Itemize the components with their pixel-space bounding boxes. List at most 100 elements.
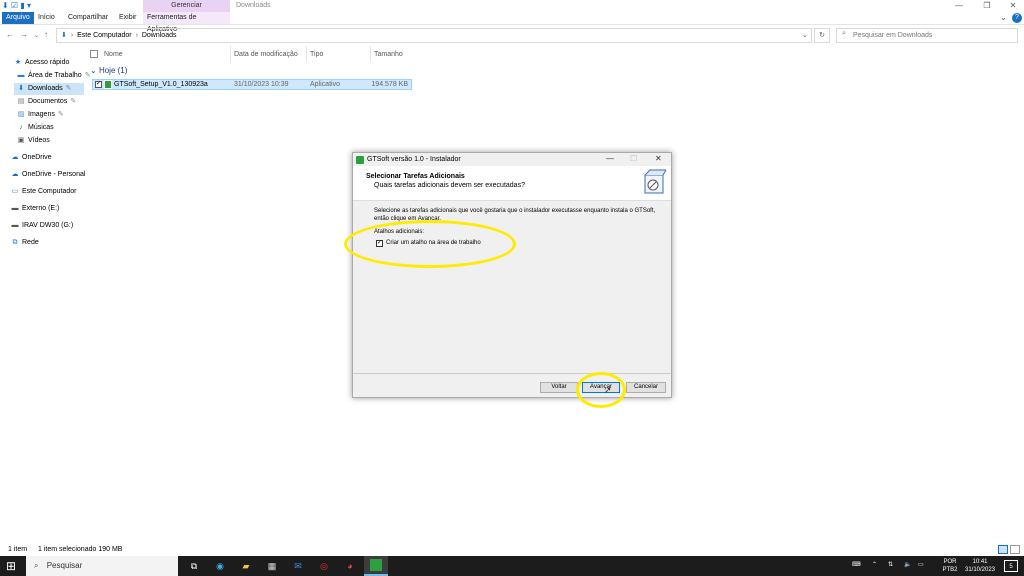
music-icon: ♪ [19, 124, 23, 131]
sidebar-item-onedrive[interactable]: ☁ OneDrive [11, 152, 52, 164]
pin-icon: ✎ [65, 85, 72, 92]
select-all-checkbox[interactable] [90, 50, 98, 58]
taskbar-item-gtsoft[interactable] [364, 556, 388, 576]
column-divider[interactable] [370, 46, 371, 62]
column-divider[interactable] [306, 46, 307, 62]
ribbon-expand-icon[interactable]: ⌄ [1000, 13, 1007, 22]
clock[interactable]: 10:41 31/10/2023 [962, 558, 998, 574]
sidebar-item-videos[interactable]: ▣ Vídeos [17, 135, 50, 147]
context-header: Gerenciar [143, 0, 230, 12]
mouse-cursor-icon: ➚ [604, 385, 612, 395]
tab-ferramentas[interactable]: Ferramentas de Aplicativo [143, 12, 230, 33]
computer-icon: ▭ [11, 188, 19, 195]
column-header-data[interactable]: Data de modificação [234, 49, 298, 61]
file-date: 31/10/2023 10:39 [234, 81, 289, 88]
obs-icon[interactable]: ◎ [316, 558, 332, 574]
sidebar-item-area-de-trabalho[interactable]: ▬ Área de Trabalho ✎ [17, 70, 91, 82]
video-icon: ▣ [17, 137, 25, 144]
maximize-icon[interactable]: ❐ [978, 0, 996, 12]
notification-center-icon[interactable]: 5 [1004, 560, 1018, 572]
sidebar-item-rede[interactable]: ⧉ Rede [11, 237, 39, 249]
tab-arquivo[interactable]: Arquivo [2, 12, 34, 24]
back-button[interactable]: Voltar [540, 382, 578, 393]
divider [353, 200, 671, 201]
file-size: 194.578 KB [371, 81, 408, 88]
network-tray-icon[interactable]: ⇅ [888, 561, 893, 569]
help-icon[interactable]: ? [1012, 13, 1022, 23]
sidebar-item-imagens[interactable]: ▨ Imagens ✎ [17, 109, 64, 121]
search-input[interactable]: Pesquisar em Downloads [836, 28, 1018, 43]
recent-locations-icon[interactable]: ⌄ [34, 32, 39, 39]
chevron-right-icon: › [135, 32, 138, 39]
document-icon: ▤ [17, 98, 25, 105]
download-icon: ⬇ [18, 85, 24, 92]
divider [353, 373, 671, 374]
highlight-ellipse [344, 220, 516, 268]
column-header-nome[interactable]: Nome [104, 49, 123, 61]
file-explorer-icon[interactable]: ▰ [238, 558, 254, 574]
row-checkbox[interactable]: ✓ [95, 81, 102, 88]
minimize-icon[interactable]: — [606, 154, 614, 163]
cancel-button[interactable]: Cancelar [626, 382, 666, 393]
file-type: Aplicativo [310, 81, 340, 88]
close-icon[interactable]: ✕ [1004, 0, 1022, 12]
cloud-icon: ☁ [11, 171, 19, 178]
file-name: GTSoft_Setup_V1.0_130923a [114, 81, 208, 88]
taskbar-search[interactable]: ⌕ Pesquisar [26, 556, 178, 576]
keyboard-icon[interactable]: ⌨ [852, 561, 861, 569]
breadcrumb-downloads[interactable]: Downloads [142, 32, 177, 39]
up-icon[interactable]: ↑ [44, 30, 48, 39]
item-count: 1 item [8, 546, 28, 553]
sidebar-item-irav-dw30[interactable]: ▬ IRAV DW30 (G:) [11, 220, 74, 232]
column-header-tamanho[interactable]: Tamanho [374, 49, 403, 61]
sidebar-item-externo[interactable]: ▬ Externo (E:) [11, 203, 60, 215]
forward-icon[interactable]: → [20, 30, 28, 39]
address-dropdown-icon[interactable]: ⌄ [802, 31, 808, 39]
breadcrumb-este-computador[interactable]: Este Computador [77, 32, 131, 39]
close-icon[interactable]: ✕ [655, 154, 662, 163]
store-icon[interactable]: ▦ [264, 558, 280, 574]
tab-inicio[interactable]: Início [34, 12, 59, 24]
hidden-icons-chevron-icon[interactable]: ⌃ [872, 561, 877, 569]
sidebar-item-documentos[interactable]: ▤ Documentos ✎ [17, 96, 76, 108]
pin-icon: ✎ [70, 98, 77, 105]
minimize-icon[interactable]: — [950, 0, 968, 12]
column-divider[interactable] [230, 46, 231, 62]
highlight-ellipse [576, 372, 626, 408]
language-indicator[interactable]: POR PTB2 [940, 558, 960, 574]
maximize-icon: ☐ [630, 154, 638, 163]
volume-icon[interactable]: 🔈 [904, 561, 911, 569]
edge-icon[interactable]: ◉ [212, 558, 228, 574]
battery-icon[interactable]: ▭ [918, 561, 924, 569]
window-title: Downloads [236, 2, 271, 9]
image-icon: ▨ [17, 111, 25, 118]
refresh-icon[interactable]: ↻ [814, 28, 830, 43]
task-view-icon[interactable]: ⧉ [186, 558, 202, 574]
search-icon: ⌕ [34, 561, 39, 570]
tab-compartilhar[interactable]: Compartilhar [64, 12, 112, 24]
sidebar-item-onedrive-personal[interactable]: ☁ OneDrive - Personal [11, 169, 86, 181]
chevron-right-icon: › [70, 32, 74, 39]
large-icons-view-icon[interactable] [1010, 545, 1020, 554]
tab-exibir[interactable]: Exibir [115, 12, 141, 24]
column-header-tipo[interactable]: Tipo [310, 49, 323, 61]
details-view-icon[interactable] [998, 545, 1008, 554]
sidebar-item-acesso-rapido[interactable]: ★ Acesso rápido [14, 57, 70, 69]
chrome-icon[interactable]: ◕ [342, 558, 358, 574]
address-bar[interactable]: ⬇ › Este Computador › Downloads [56, 28, 812, 43]
network-icon: ⧉ [12, 239, 18, 246]
group-header[interactable]: ⌄ Hoje (1) [90, 66, 127, 75]
sidebar-item-este-computador[interactable]: ▭ Este Computador [11, 186, 77, 198]
sidebar-item-musicas[interactable]: ♪ Músicas [17, 122, 53, 134]
pin-icon: ✎ [57, 111, 64, 118]
mail-icon[interactable]: ✉ [290, 558, 306, 574]
star-icon: ★ [14, 59, 22, 66]
status-bar: 1 item 1 item selecionado 190 MB [0, 544, 1024, 556]
gtsoft-app-icon [370, 559, 382, 571]
quick-access-toolbar-icon[interactable]: ⬇ ☑ ▮ ▾ [2, 1, 31, 10]
drive-icon: ▬ [11, 205, 19, 212]
cloud-icon: ☁ [11, 154, 19, 161]
windows-start-icon[interactable]: ⊞ [6, 559, 16, 573]
back-icon[interactable]: ← [6, 30, 14, 39]
sidebar-item-downloads[interactable]: ⬇ Downloads ✎ [14, 83, 84, 95]
